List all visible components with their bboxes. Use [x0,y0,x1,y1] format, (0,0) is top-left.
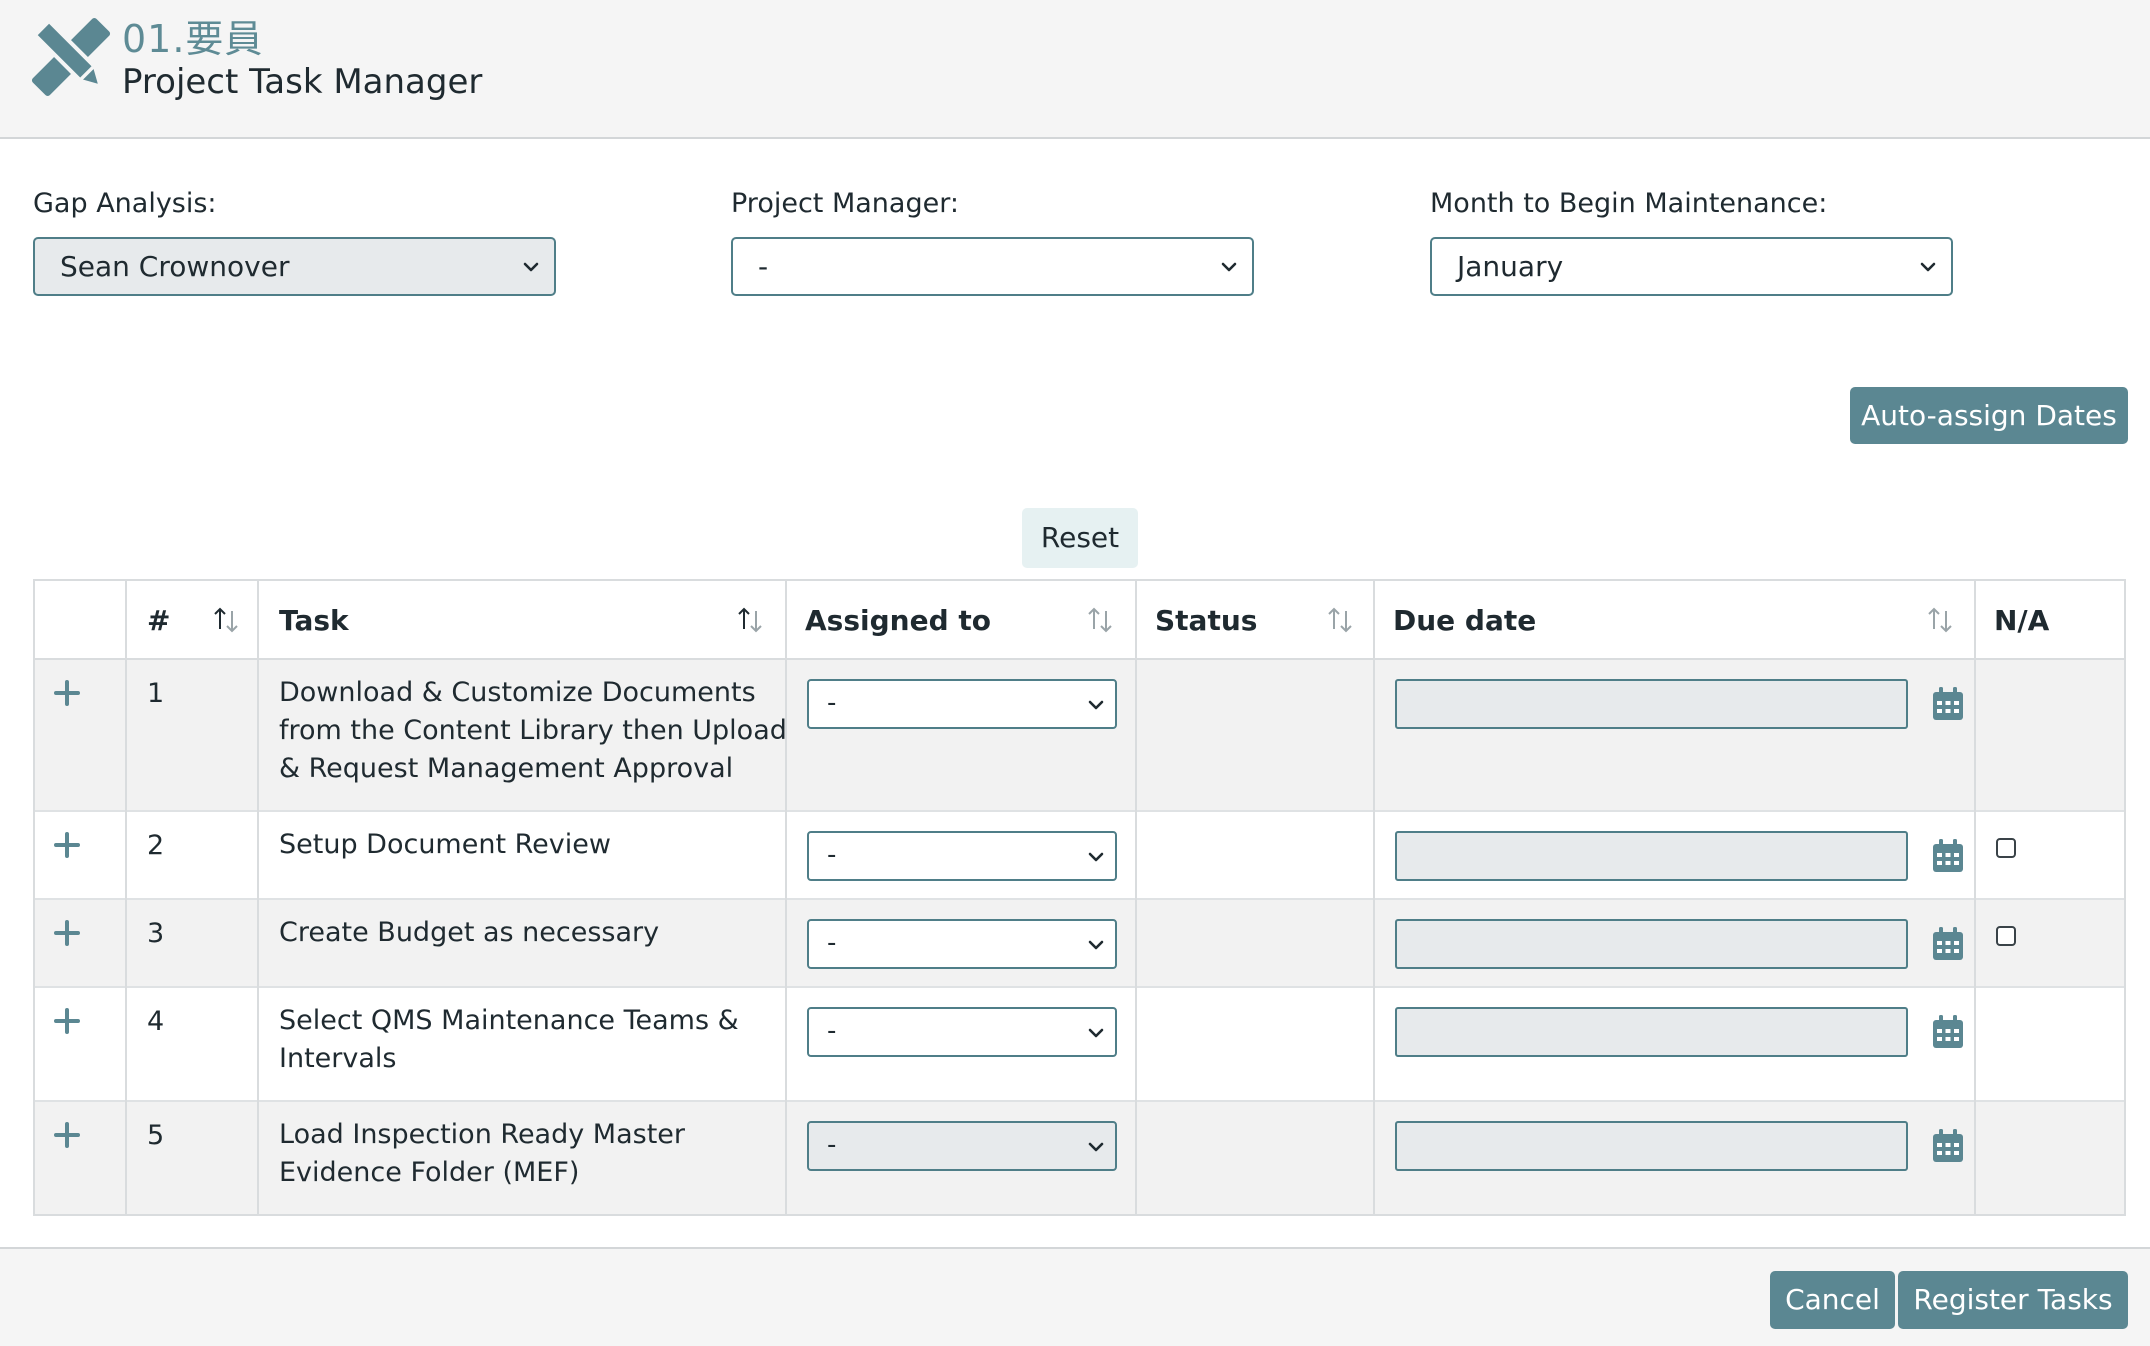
gap-analysis-value: Sean Crownover [60,250,290,283]
assigned-to-select[interactable]: - [807,1121,1117,1171]
column-header-number[interactable]: # [147,581,170,660]
sort-arrows-icon[interactable] [1925,605,1955,635]
register-tasks-button[interactable]: Register Tasks [1898,1271,2128,1329]
column-header-due-date[interactable]: Due date [1393,581,1536,660]
sort-arrows-icon[interactable] [1325,605,1355,635]
chevron-down-icon [523,262,539,272]
row-number: 4 [147,1006,165,1037]
table-row: 5 Load Inspection Ready Master Evidence … [35,1102,2124,1214]
calendar-icon[interactable] [1931,1014,1965,1050]
reset-button[interactable]: Reset [1022,508,1138,568]
project-manager-value: - [758,250,769,283]
calendar-icon[interactable] [1931,1128,1965,1164]
month-label: Month to Begin Maintenance: [1430,188,1828,219]
task-name: Create Budget as necessary [279,917,660,948]
due-date-input[interactable] [1395,919,1908,969]
column-divider [1135,581,1137,1214]
row-number: 3 [147,918,165,949]
column-header-task[interactable]: Task [279,581,349,660]
assigned-to-value: - [827,1130,837,1160]
task-name: Select QMS Maintenance Teams & Intervals [279,1005,739,1074]
column-divider [1373,581,1375,1214]
dialog-footer: Cancel Register Tasks [0,1247,2150,1346]
due-date-input[interactable] [1395,831,1908,881]
na-checkbox[interactable] [1996,926,2016,946]
assigned-to-value: - [827,840,837,870]
column-divider [785,581,787,1214]
pencil-ruler-icon [31,17,111,97]
auto-assign-dates-button[interactable]: Auto-assign Dates [1850,387,2128,444]
chevron-down-icon [1221,262,1237,272]
row-number: 1 [147,678,165,709]
assigned-to-select[interactable]: - [807,919,1117,969]
assigned-to-value: - [827,928,837,958]
due-date-input[interactable] [1395,679,1908,729]
module-code: 01.要員 [122,17,264,61]
row-number: 2 [147,830,165,861]
assigned-to-select[interactable]: - [807,1007,1117,1057]
task-name: Download & Customize Documents from the … [279,677,787,784]
table-row: 2 Setup Document Review - [35,812,2124,900]
due-date-input[interactable] [1395,1121,1908,1171]
table-row: 4 Select QMS Maintenance Teams & Interva… [35,988,2124,1102]
task-table: # Task Assigned to Status Due date N/A 1… [33,579,2126,1216]
na-checkbox[interactable] [1996,838,2016,858]
due-date-input[interactable] [1395,1007,1908,1057]
calendar-icon[interactable] [1931,686,1965,722]
chevron-down-icon [1088,1142,1104,1152]
chevron-down-icon [1088,940,1104,950]
chevron-down-icon [1088,700,1104,710]
assigned-to-value: - [827,1016,837,1046]
chevron-down-icon [1088,1028,1104,1038]
table-row: 1 Download & Customize Documents from th… [35,660,2124,812]
chevron-down-icon [1920,262,1936,272]
project-manager-select[interactable]: - [731,237,1254,296]
plus-icon[interactable] [53,1007,81,1035]
plus-icon[interactable] [53,679,81,707]
plus-icon[interactable] [53,831,81,859]
column-divider [125,581,127,1214]
project-manager-label: Project Manager: [731,188,959,219]
sort-arrows-icon[interactable] [211,605,241,635]
plus-icon[interactable] [53,1121,81,1149]
gap-analysis-select[interactable]: Sean Crownover [33,237,556,296]
task-name: Load Inspection Ready Master Evidence Fo… [279,1119,686,1188]
column-header-assigned[interactable]: Assigned to [805,581,991,660]
calendar-icon[interactable] [1931,838,1965,874]
month-value: January [1457,250,1564,283]
row-number: 5 [147,1120,165,1151]
chevron-down-icon [1088,852,1104,862]
column-divider [1974,581,1976,1214]
column-header-status[interactable]: Status [1155,581,1257,660]
column-header-na: N/A [1994,604,2050,637]
calendar-icon[interactable] [1931,926,1965,962]
assigned-to-select[interactable]: - [807,679,1117,729]
month-select[interactable]: January [1430,237,1953,296]
cancel-button[interactable]: Cancel [1770,1271,1895,1329]
assigned-to-value: - [827,688,837,718]
assigned-to-select[interactable]: - [807,831,1117,881]
sort-arrows-icon[interactable] [1085,605,1115,635]
gap-analysis-label: Gap Analysis: [33,188,217,219]
task-name: Setup Document Review [279,829,611,860]
app-header: 01.要員 Project Task Manager [0,0,2150,139]
column-divider [257,581,259,1214]
app-title: Project Task Manager [122,62,483,102]
plus-icon[interactable] [53,919,81,947]
table-header-row: # Task Assigned to Status Due date N/A [35,581,2124,660]
sort-arrows-icon[interactable] [735,605,765,635]
table-row: 3 Create Budget as necessary - [35,900,2124,988]
